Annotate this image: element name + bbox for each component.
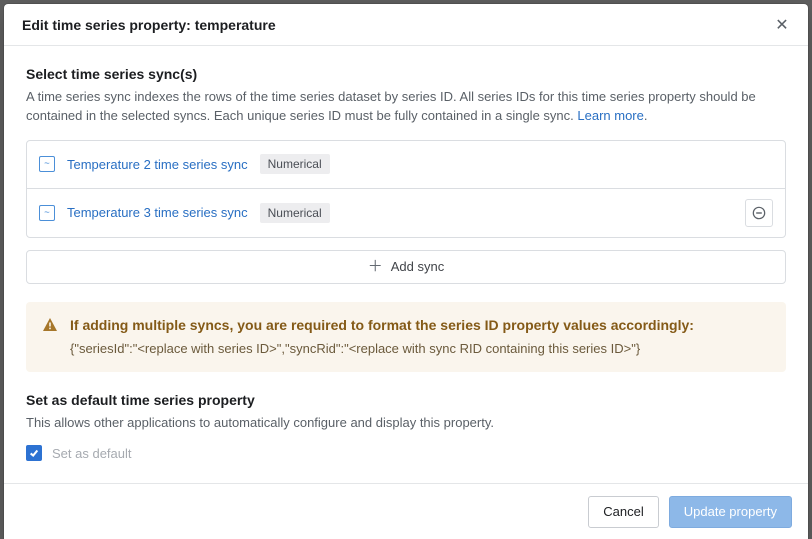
modal-body: Select time series sync(s) A time series… <box>4 46 808 483</box>
add-sync-label: Add sync <box>391 259 444 274</box>
modal-footer: Cancel Update property <box>4 483 808 539</box>
check-icon <box>29 448 39 458</box>
modal-title: Edit time series property: temperature <box>22 17 276 33</box>
sync-list: ~ Temperature 2 time series sync Numeric… <box>26 140 786 238</box>
warning-title: If adding multiple syncs, you are requir… <box>70 316 694 336</box>
modal-edit-time-series: Edit time series property: temperature ✕… <box>4 4 808 539</box>
close-icon: ✕ <box>775 15 788 35</box>
plus-icon: ＋ <box>368 259 383 274</box>
sync-name-link[interactable]: Temperature 2 time series sync <box>67 157 248 172</box>
learn-more-link[interactable]: Learn more <box>577 108 643 123</box>
select-sync-title: Select time series sync(s) <box>26 66 786 82</box>
default-description: This allows other applications to automa… <box>26 414 786 433</box>
type-badge: Numerical <box>260 203 330 223</box>
default-title: Set as default time series property <box>26 392 786 408</box>
set-default-checkbox[interactable] <box>26 445 42 461</box>
warning-code: {"seriesId":"<replace with series ID>","… <box>70 341 694 356</box>
select-sync-description: A time series sync indexes the rows of t… <box>26 88 786 126</box>
remove-icon <box>752 206 766 220</box>
timeseries-icon: ~ <box>39 156 55 172</box>
checkbox-label: Set as default <box>52 446 132 461</box>
sync-name-link[interactable]: Temperature 3 time series sync <box>67 205 248 220</box>
update-property-button[interactable]: Update property <box>669 496 792 528</box>
warning-icon <box>42 316 58 357</box>
sync-row: ~ Temperature 2 time series sync Numeric… <box>27 141 785 189</box>
sync-row: ~ Temperature 3 time series sync Numeric… <box>27 189 785 237</box>
add-sync-button[interactable]: ＋ Add sync <box>26 250 786 284</box>
default-section: Set as default time series property This… <box>26 392 786 461</box>
type-badge: Numerical <box>260 154 330 174</box>
remove-sync-button[interactable] <box>745 199 773 227</box>
cancel-button[interactable]: Cancel <box>588 496 658 528</box>
modal-header: Edit time series property: temperature ✕ <box>4 4 808 46</box>
checkbox-row: Set as default <box>26 445 786 461</box>
close-button[interactable]: ✕ <box>770 13 794 37</box>
timeseries-icon: ~ <box>39 205 55 221</box>
warning-box: If adding multiple syncs, you are requir… <box>26 302 786 373</box>
